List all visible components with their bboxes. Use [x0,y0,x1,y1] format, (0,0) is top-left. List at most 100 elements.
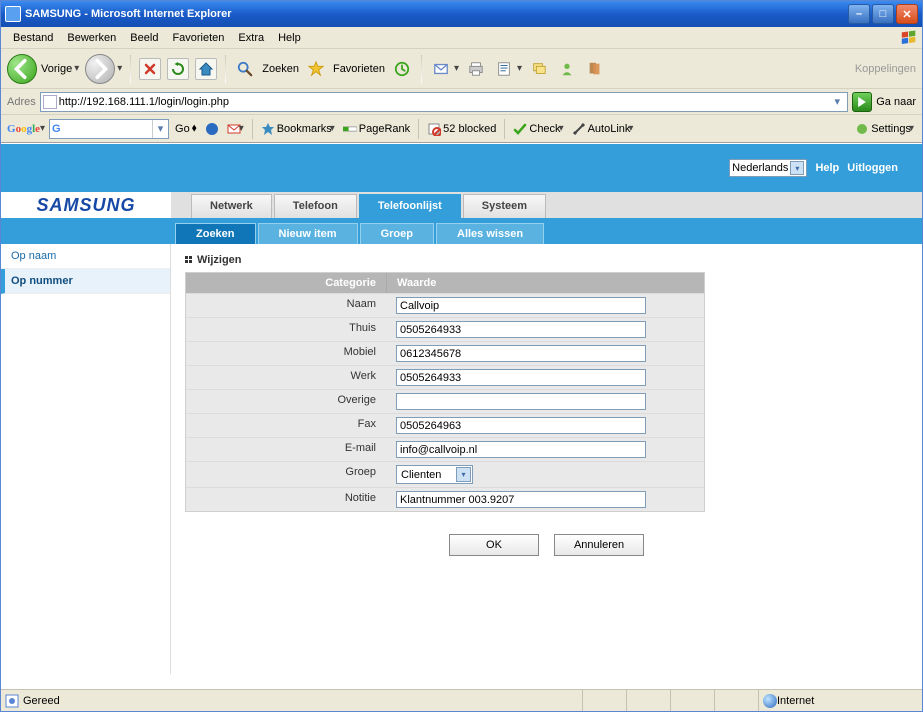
form-header-value: Waarde [386,273,704,293]
tab-telefoonlijst[interactable]: Telefoonlijst [359,194,461,218]
language-selector[interactable]: Nederlands ▾ [729,159,807,177]
cancel-button[interactable]: Annuleren [554,534,644,556]
address-bar: Adres http://192.168.111.1/login/login.p… [1,89,922,115]
row-email: E-mail [186,437,704,461]
favorites-label: Favorieten [333,63,385,75]
label-groep: Groep [186,462,386,487]
back-dropdown[interactable]: ▾ [74,63,79,74]
edit-dropdown[interactable]: ▾ [517,63,522,74]
google-brand-dropdown[interactable]: ▾ [40,123,45,134]
koppelingen-label[interactable]: Koppelingen [855,63,916,75]
print-button[interactable] [465,58,487,80]
google-search-input[interactable]: G▾ [49,119,169,139]
maximize-button[interactable]: □ [872,4,894,24]
chevron-down-icon: ▾ [456,467,471,482]
address-input[interactable]: http://192.168.111.1/login/login.php ▾ [40,92,849,112]
menu-extra[interactable]: Extra [232,30,270,46]
input-thuis[interactable] [396,321,646,338]
side-menu: Op naam Op nummer [1,244,171,674]
stop-button[interactable] [139,58,161,80]
menu-bestand[interactable]: Bestand [7,30,59,46]
ok-button[interactable]: OK [449,534,539,556]
google-go-button[interactable]: Go ⬧ [173,122,199,135]
ie-icon [5,6,21,22]
label-thuis: Thuis [186,318,386,341]
input-mobiel[interactable] [396,345,646,362]
input-email[interactable] [396,441,646,458]
go-button[interactable] [852,92,872,112]
google-bookmarks-button[interactable]: Bookmarks▾ [259,122,337,136]
samsung-logo: SAMSUNG [36,195,135,216]
window: SAMSUNG - Microsoft Internet Explorer – … [0,0,923,712]
mail-dropdown[interactable]: ▾ [454,63,459,74]
status-bar: Gereed Internet [1,689,922,711]
favorites-button[interactable] [305,58,327,80]
row-mobiel: Mobiel [186,341,704,365]
google-autolink-button[interactable]: AutoLink▾ [570,122,636,136]
menu-favorieten[interactable]: Favorieten [166,30,230,46]
google-popup-blocker-button[interactable]: 52 blocked [425,122,498,136]
row-overige: Overige [186,389,704,413]
body-split: Op naam Op nummer Wijzigen Categorie Waa… [1,244,922,674]
select-groep[interactable]: Clienten ▾ [396,465,473,484]
menu-beeld[interactable]: Beeld [124,30,164,46]
address-dropdown-icon[interactable]: ▾ [829,95,845,108]
back-button[interactable] [7,54,37,84]
tab-systeem[interactable]: Systeem [463,194,546,218]
minimize-button[interactable]: – [848,4,870,24]
mail-button[interactable] [430,58,452,80]
edit-button[interactable] [493,58,515,80]
menu-bewerken[interactable]: Bewerken [61,30,122,46]
input-fax[interactable] [396,417,646,434]
subtab-groep[interactable]: Groep [360,223,434,244]
subtab-alles-wissen[interactable]: Alles wissen [436,223,544,244]
input-naam[interactable] [396,297,646,314]
google-search-web-icon[interactable] [203,122,221,136]
search-button[interactable] [234,58,256,80]
logout-link[interactable]: Uitloggen [847,162,898,174]
tab-telefoon[interactable]: Telefoon [274,194,357,218]
input-notitie[interactable] [396,491,646,508]
google-mail-icon[interactable]: ▾ [225,122,246,136]
discuss-button[interactable] [528,58,550,80]
forward-dropdown[interactable]: ▾ [117,63,122,74]
chevron-down-icon: ▾ [790,161,804,175]
input-overige[interactable] [396,393,646,410]
home-button[interactable] [195,58,217,80]
address-url: http://192.168.111.1/login/login.php [59,96,830,108]
row-thuis: Thuis [186,317,704,341]
google-settings-button[interactable]: Settings▾ [853,122,916,136]
windows-flag-icon [900,29,918,47]
sidemenu-op-naam[interactable]: Op naam [1,244,170,269]
standard-toolbar: Vorige ▾ ▾ Zoeken Favorieten ▾ ▾ Koppeli… [1,49,922,89]
close-button[interactable]: ✕ [896,4,918,24]
google-toolbar: Google ▾ G▾ Go ⬧ ▾ Bookmarks▾ PageRank 5… [1,115,922,143]
research-button[interactable] [584,58,606,80]
google-pagerank-button[interactable]: PageRank [341,122,412,136]
google-check-button[interactable]: Check▾ [511,122,565,136]
menu-bar: Bestand Bewerken Beeld Favorieten Extra … [1,27,922,49]
row-naam: Naam [186,293,704,317]
subtab-zoeken[interactable]: Zoeken [175,223,256,244]
input-werk[interactable] [396,369,646,386]
search-label: Zoeken [262,63,299,75]
subtab-nieuw-item[interactable]: Nieuw item [258,223,358,244]
section-bullet-icon [185,256,193,264]
forward-button[interactable] [85,54,115,84]
history-button[interactable] [391,58,413,80]
label-email: E-mail [186,438,386,461]
menu-help[interactable]: Help [272,30,307,46]
label-overige: Overige [186,390,386,413]
row-groep: Groep Clienten ▾ [186,461,704,487]
select-groep-value: Clienten [397,469,455,481]
refresh-button[interactable] [167,58,189,80]
globe-icon [763,694,777,708]
row-fax: Fax [186,413,704,437]
sidemenu-op-nummer[interactable]: Op nummer [1,269,170,294]
label-werk: Werk [186,366,386,389]
go-label: Ga naar [876,96,916,108]
messenger-button[interactable] [556,58,578,80]
label-fax: Fax [186,414,386,437]
tab-netwerk[interactable]: Netwerk [191,194,272,218]
help-link[interactable]: Help [815,162,839,174]
